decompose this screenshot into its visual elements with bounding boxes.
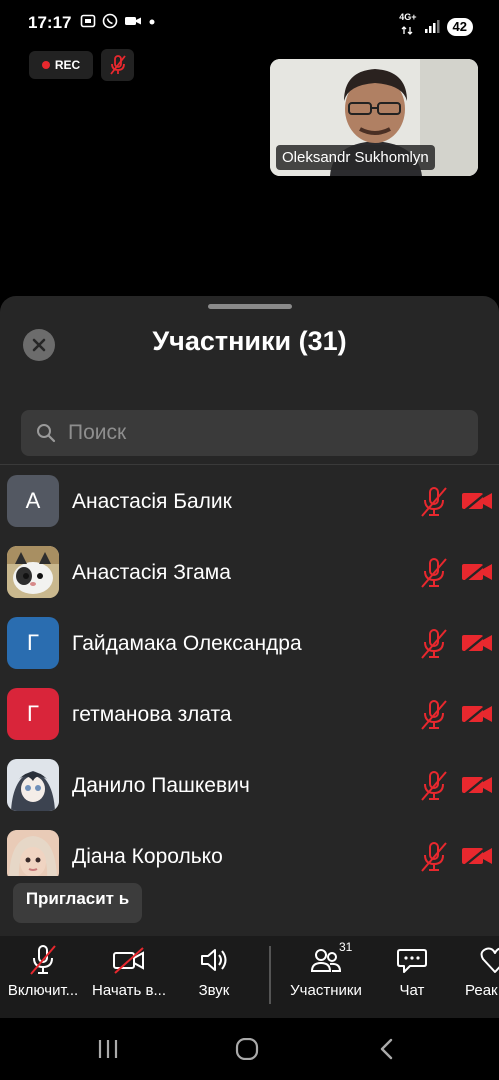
participant-list[interactable]: A Анастасія Балик Анастасія Згама Г Гайд… <box>0 466 499 876</box>
system-icons: 4G+ 42 <box>399 13 473 40</box>
network-type: 4G+ <box>399 12 417 22</box>
avatar <box>7 759 59 811</box>
screenshot-icon <box>80 14 96 28</box>
avatar: A <box>7 475 59 527</box>
mic-muted-icon[interactable] <box>419 770 449 802</box>
avatar-photo <box>7 830 59 876</box>
participants-sheet: Участники (31) A Анастасія Балик <box>0 296 499 936</box>
sheet-drag-handle[interactable] <box>208 304 292 309</box>
video-name-tag: Oleksandr Sukhomlyn <box>276 145 435 170</box>
system-nav-bar <box>0 1018 499 1080</box>
avatar <box>7 830 59 876</box>
camera-off-icon[interactable] <box>461 772 493 798</box>
search-input[interactable] <box>68 421 448 445</box>
dot-icon <box>149 19 155 25</box>
recording-label: REC <box>54 58 81 72</box>
participant-name: Анастасія Балик <box>72 489 232 513</box>
camera-off-icon <box>113 947 144 974</box>
participant-row[interactable]: Діана Королько <box>0 821 499 876</box>
participant-row[interactable]: A Анастасія Балик <box>0 466 499 537</box>
search-box[interactable] <box>21 410 478 456</box>
mic-muted-icon[interactable] <box>419 841 449 873</box>
home-icon[interactable] <box>235 1038 259 1060</box>
participants-count: 31 <box>339 940 353 954</box>
camera-off-icon[interactable] <box>461 488 493 514</box>
search-icon <box>37 424 56 443</box>
network-indicator: 4G+ <box>399 12 417 40</box>
participants-button[interactable]: 31 Участники <box>281 940 371 999</box>
unmute-button[interactable]: Включит... <box>0 944 88 999</box>
muted-mic-badge[interactable] <box>101 49 134 81</box>
chat-button[interactable]: Чат <box>367 944 457 999</box>
start-video-label: Начать в... <box>92 982 166 999</box>
signal-icon <box>424 19 440 33</box>
reactions-label: Реак <box>465 982 498 999</box>
notification-icons <box>80 13 156 29</box>
back-icon[interactable] <box>378 1038 396 1060</box>
toolbar-separator <box>269 946 271 1004</box>
participant-row[interactable]: Г гетманова злата <box>0 679 499 750</box>
chat-label: Чат <box>399 982 425 999</box>
sheet-title: Участники (31) <box>152 326 347 356</box>
invite-button[interactable]: Пригласит ь <box>13 883 142 923</box>
recording-badge[interactable]: REC <box>29 51 93 79</box>
speaker-icon <box>201 949 227 971</box>
active-speaker-video[interactable]: Oleksandr Sukhomlyn <box>270 59 478 176</box>
viber-icon <box>102 13 118 29</box>
avatar-photo <box>7 759 59 811</box>
participant-row[interactable]: Анастасія Згама <box>0 537 499 608</box>
start-video-button[interactable]: Начать в... <box>84 944 174 999</box>
divider <box>0 464 499 465</box>
reactions-button[interactable]: Реак <box>447 944 499 999</box>
mic-muted-icon <box>109 55 126 75</box>
camera-off-icon[interactable] <box>461 701 493 727</box>
participant-name: Данило Пашкевич <box>72 773 250 797</box>
participant-row[interactable]: Данило Пашкевич <box>0 750 499 821</box>
avatar: Г <box>7 617 59 669</box>
mic-muted-icon[interactable] <box>419 699 449 731</box>
avatar-initial: A <box>25 488 41 513</box>
avatar <box>7 546 59 598</box>
avatar-photo <box>7 546 59 598</box>
heart-icon <box>480 947 499 973</box>
unmute-label: Включит... <box>7 982 79 999</box>
audio-button[interactable]: Звук <box>169 944 259 999</box>
camera-off-icon[interactable] <box>461 559 493 585</box>
meeting-toolbar: Включит... Начать в... Звук 31 Участники <box>0 936 499 1018</box>
mic-muted-icon <box>30 945 56 975</box>
avatar-initial: Г <box>27 630 39 655</box>
participant-name: Гайдамака Олександра <box>72 631 302 655</box>
participant-row[interactable]: Г Гайдамака Олександра <box>0 608 499 679</box>
status-time: 17:17 <box>28 13 72 32</box>
mic-muted-icon[interactable] <box>419 628 449 660</box>
data-arrows-icon <box>401 26 413 35</box>
mic-muted-icon[interactable] <box>419 557 449 589</box>
camera-off-icon[interactable] <box>461 630 493 656</box>
participant-name: гетманова злата <box>72 702 232 726</box>
video-call-icon <box>125 17 141 25</box>
camera-off-icon[interactable] <box>461 843 493 869</box>
recording-dot-icon <box>41 61 50 69</box>
status-bar: 17:17 4G+ 42 <box>0 0 499 46</box>
chat-icon <box>397 949 427 973</box>
avatar: Г <box>7 688 59 740</box>
participants-icon <box>310 949 342 972</box>
battery-indicator: 42 <box>446 17 473 36</box>
audio-label: Звук <box>198 982 230 999</box>
mic-muted-icon[interactable] <box>419 486 449 518</box>
participant-name: Діана Королько <box>72 844 223 868</box>
avatar-initial: Г <box>27 701 39 726</box>
recent-apps-icon[interactable] <box>97 1038 119 1060</box>
participant-name: Анастасія Згама <box>72 560 231 584</box>
participants-label: Участники <box>290 982 362 999</box>
